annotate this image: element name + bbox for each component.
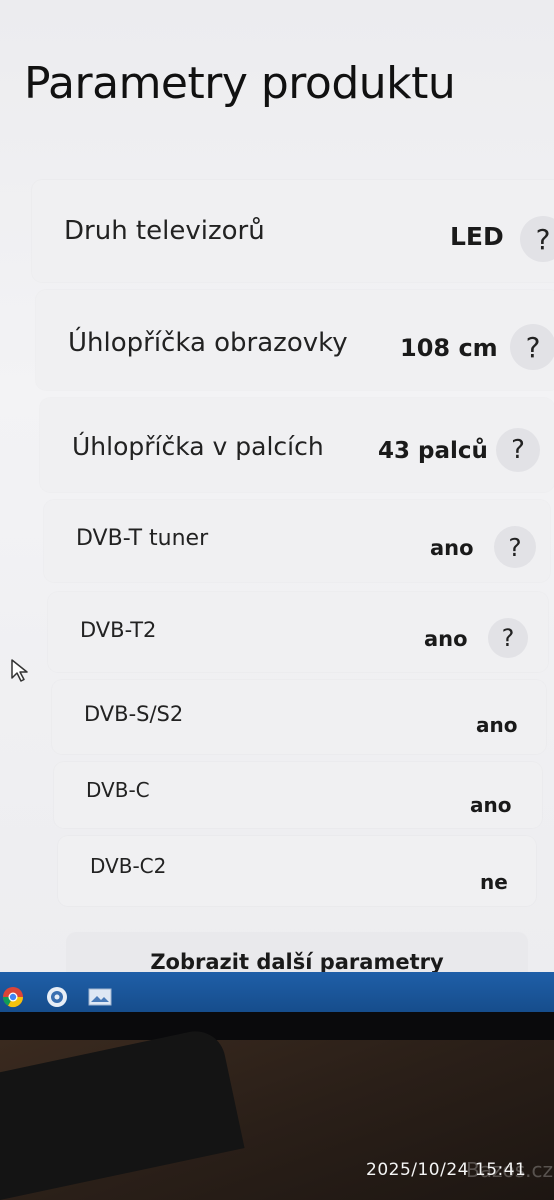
parameter-label: DVB-S/S2 bbox=[84, 702, 184, 726]
parameter-row: DVB-T tuner ano ? bbox=[44, 500, 550, 582]
parameter-label: Úhlopříčka obrazovky bbox=[68, 328, 348, 358]
parameter-label: DVB-C bbox=[86, 778, 150, 802]
show-more-parameters-button[interactable]: Zobrazit další parametry bbox=[66, 932, 528, 975]
parameter-value: ano bbox=[430, 536, 474, 560]
parameter-row: DVB-C ano bbox=[54, 762, 542, 828]
help-icon[interactable]: ? bbox=[520, 216, 554, 262]
parameter-row: DVB-S/S2 ano bbox=[52, 680, 546, 754]
parameter-value: 43 palců bbox=[378, 438, 488, 464]
watermark: Bazos.cz bbox=[466, 1158, 553, 1182]
firefox-icon[interactable] bbox=[46, 986, 68, 1008]
parameter-label: Druh televizorů bbox=[64, 216, 265, 246]
parameter-row: DVB-C2 ne bbox=[58, 836, 536, 906]
chrome-icon[interactable] bbox=[2, 986, 24, 1008]
help-icon[interactable]: ? bbox=[494, 526, 536, 568]
parameter-value: 108 cm bbox=[400, 334, 498, 362]
parameter-value: ano bbox=[476, 713, 518, 737]
help-icon[interactable]: ? bbox=[510, 324, 554, 370]
browser-page: Parametry produktu Druh televizorů LED ?… bbox=[0, 0, 554, 975]
parameter-row: Druh televizorů LED ? bbox=[32, 180, 554, 282]
parameter-value: ano bbox=[470, 793, 512, 817]
parameter-value: ne bbox=[480, 870, 508, 894]
page-title: Parametry produktu bbox=[24, 58, 456, 109]
help-icon[interactable]: ? bbox=[488, 618, 528, 658]
parameter-row: Úhlopříčka v palcích 43 palců ? bbox=[40, 398, 554, 492]
parameter-value: ano bbox=[424, 627, 468, 651]
parameter-value: LED bbox=[450, 222, 504, 251]
parameter-label: DVB-T2 bbox=[80, 618, 157, 642]
parameter-label: Úhlopříčka v palcích bbox=[72, 432, 324, 461]
parameter-label: DVB-T tuner bbox=[76, 526, 209, 551]
help-icon[interactable]: ? bbox=[496, 428, 540, 472]
parameter-row: Úhlopříčka obrazovky 108 cm ? bbox=[36, 290, 554, 390]
image-viewer-icon[interactable] bbox=[88, 988, 112, 1006]
parameter-label: DVB-C2 bbox=[90, 854, 167, 878]
mouse-cursor-icon bbox=[11, 659, 28, 682]
parameter-row: DVB-T2 ano ? bbox=[48, 592, 548, 672]
windows-taskbar bbox=[0, 972, 554, 1012]
